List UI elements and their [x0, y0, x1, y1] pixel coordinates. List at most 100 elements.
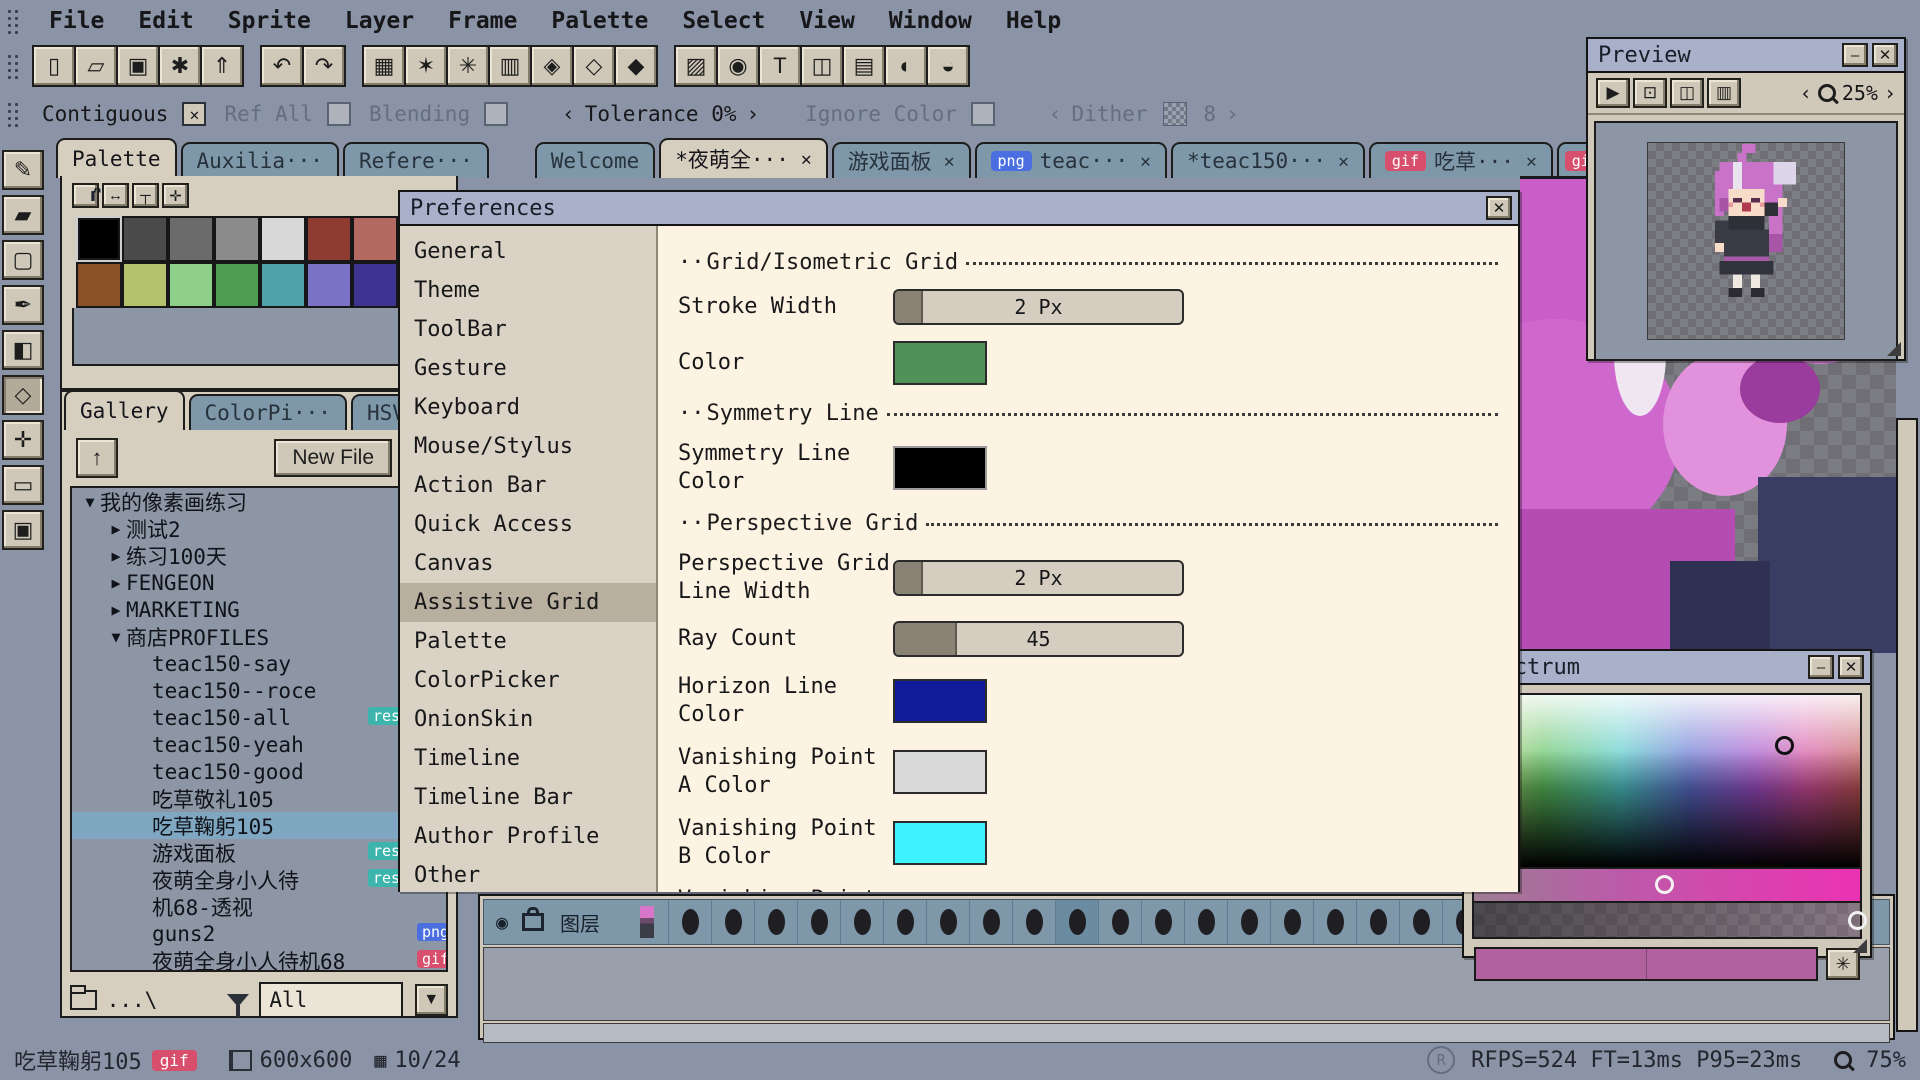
prefs-nav-mouse-stylus[interactable]: Mouse/Stylus	[400, 427, 656, 466]
select-rect-tool-button[interactable]: ▢	[2, 240, 44, 280]
palette-swatch[interactable]	[260, 262, 306, 308]
drag-grip-icon[interactable]	[6, 101, 22, 127]
blending-checkbox[interactable]	[484, 102, 508, 126]
spectrum-titlebar[interactable]: Spectrum – ✕	[1464, 651, 1870, 685]
prefs-nav-gesture[interactable]: Gesture	[400, 349, 656, 388]
pin-button[interactable]: ┬	[132, 183, 159, 208]
hue-slider[interactable]	[1472, 869, 1862, 903]
expand-icon[interactable]: ▶	[106, 520, 126, 538]
tree-item-105[interactable]: 吃草鞠躬105	[72, 812, 446, 839]
frame-cell[interactable]	[883, 900, 926, 944]
tree-item-100[interactable]: ▶练习100天	[72, 542, 446, 569]
close-icon[interactable]: ✕	[1522, 151, 1537, 172]
close-icon[interactable]: ✕	[797, 149, 812, 170]
text-select-button[interactable]: T	[760, 47, 800, 85]
frame-cell[interactable]	[840, 900, 883, 944]
frame-cell[interactable]	[668, 900, 711, 944]
filter-dropdown-button[interactable]: ▼	[415, 984, 448, 1016]
frame-cell[interactable]	[1356, 900, 1399, 944]
tree-item-2[interactable]: ▶测试2	[72, 515, 446, 542]
mirror-button[interactable]: ◫	[802, 47, 842, 85]
frame-cell[interactable]	[1270, 900, 1313, 944]
eraser-tool-button[interactable]: ▰	[2, 195, 44, 235]
tolerance-inc-arrow[interactable]: ›	[746, 102, 759, 126]
undo-button[interactable]: ↶	[262, 47, 302, 85]
prefs-nav-assistive-grid[interactable]: Assistive Grid	[400, 583, 656, 622]
frame-cell[interactable]	[711, 900, 754, 944]
prefs-nav-toolbar[interactable]: ToolBar	[400, 310, 656, 349]
tolerance-dec-arrow[interactable]: ‹	[562, 102, 575, 126]
tree-item-teac150-roce[interactable]: teac150--roce	[72, 677, 446, 704]
frame-cell[interactable]	[1227, 900, 1270, 944]
play-button[interactable]: ▶	[1596, 78, 1630, 108]
onion-button[interactable]: ▥	[1707, 78, 1741, 108]
sv-gradient-area[interactable]	[1472, 693, 1862, 869]
palette-swatch[interactable]	[76, 262, 122, 308]
prefs-nav-palette[interactable]: Palette	[400, 622, 656, 661]
fill-tool-button[interactable]: ◇	[2, 375, 44, 415]
tree-item-68[interactable]: 机68-透视	[72, 893, 446, 920]
layout-button[interactable]: ▤	[844, 47, 884, 85]
doc-tab-teac150[interactable]: *teac150···✕	[1171, 142, 1365, 178]
prefs-nav-author-profile[interactable]: Author Profile	[400, 817, 656, 856]
collapse-icon[interactable]: ▼	[106, 628, 126, 646]
expand-icon[interactable]: ▶	[106, 574, 126, 592]
menu-help[interactable]: Help	[989, 4, 1078, 38]
ref-all-checkbox[interactable]	[327, 102, 351, 126]
doc-tab-item[interactable]: gif吃草···✕	[1369, 142, 1553, 178]
tree-item-profiles[interactable]: ▼商店PROFILES	[72, 623, 446, 650]
droplet-button[interactable]: ◒	[928, 47, 968, 85]
prefs-nav-keyboard[interactable]: Keyboard	[400, 388, 656, 427]
frame-cell[interactable]	[1141, 900, 1184, 944]
minimize-button[interactable]: –	[1808, 655, 1834, 679]
menu-file[interactable]: File	[32, 4, 121, 38]
palette-swatch[interactable]	[122, 262, 168, 308]
prefs-nav-colorpicker[interactable]: ColorPicker	[400, 661, 656, 700]
filter-icon[interactable]	[227, 994, 249, 1007]
menu-frame[interactable]: Frame	[431, 4, 534, 38]
expand-icon[interactable]: ▶	[106, 601, 126, 619]
palette-swatch[interactable]	[214, 216, 260, 262]
move-tool-button[interactable]: ✛	[2, 420, 44, 460]
vanishing-point-a-color-swatch[interactable]	[893, 750, 987, 794]
tree-item-guns2[interactable]: guns2png	[72, 920, 446, 947]
drag-grip-icon[interactable]	[6, 53, 22, 79]
palette-swatch[interactable]	[352, 262, 398, 308]
new-file-button[interactable]: New File	[274, 439, 392, 477]
menu-window[interactable]: Window	[872, 4, 989, 38]
collapse-icon[interactable]: ▼	[80, 493, 100, 511]
frame-cell[interactable]	[1012, 900, 1055, 944]
tree-item-item[interactable]: 夜萌全身小人待resp	[72, 866, 446, 893]
prefs-nav-quick-access[interactable]: Quick Access	[400, 505, 656, 544]
palette-swatch[interactable]	[214, 262, 260, 308]
vanishing-point-b-color-swatch[interactable]	[893, 821, 987, 865]
horizon-line-color-swatch[interactable]	[893, 679, 987, 723]
close-icon[interactable]: ✕	[1136, 151, 1151, 172]
ray-count-slider[interactable]: 45	[893, 621, 1184, 657]
sv-cursor[interactable]	[1775, 736, 1794, 755]
pin-button[interactable]: ◈	[532, 47, 572, 85]
menu-edit[interactable]: Edit	[121, 4, 210, 38]
tree-item-teac150-all[interactable]: teac150-allresp	[72, 704, 446, 731]
export-button[interactable]: ⇑	[202, 47, 242, 85]
frame-cell[interactable]	[754, 900, 797, 944]
tree-item-105[interactable]: 吃草敬礼105	[72, 785, 446, 812]
doc-tab-item[interactable]: *夜萌全···✕	[659, 138, 827, 178]
diagonal-a-button[interactable]: ◇	[574, 47, 614, 85]
swap-button[interactable]: ↔	[102, 183, 129, 208]
open-file-button[interactable]: ▱	[76, 47, 116, 85]
prefs-nav-theme[interactable]: Theme	[400, 271, 656, 310]
eyedropper-tool-button[interactable]: ✒	[2, 285, 44, 325]
perspective-rays-button[interactable]: ✳	[448, 47, 488, 85]
dither-dec-arrow[interactable]: ‹	[1049, 102, 1062, 126]
menu-sprite[interactable]: Sprite	[211, 4, 328, 38]
timeline-scrollbar[interactable]	[483, 1023, 1890, 1043]
resize-grip[interactable]	[1853, 939, 1867, 953]
dither-select-button[interactable]: ▨	[676, 47, 716, 85]
new-file-button[interactable]: ▯	[34, 47, 74, 85]
grid-button[interactable]: ▦	[364, 47, 404, 85]
layer-thumbnail[interactable]	[640, 906, 654, 938]
close-button[interactable]: ✕	[1838, 655, 1864, 679]
prefs-nav-general[interactable]: General	[400, 232, 656, 271]
alpha-slider[interactable]	[1472, 903, 1862, 939]
